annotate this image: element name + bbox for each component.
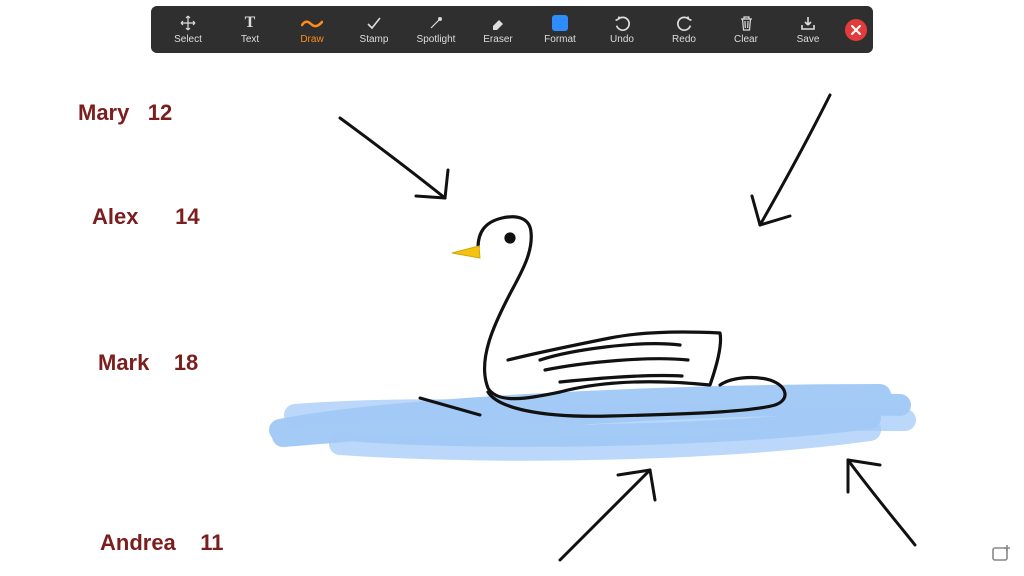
- note-value: 11: [200, 530, 223, 555]
- note-value: 14: [175, 204, 199, 229]
- note-name: Andrea: [100, 530, 176, 555]
- text-note[interactable]: Mark 18: [98, 350, 198, 376]
- note-name: Alex: [92, 204, 138, 229]
- note-value: 12: [148, 100, 172, 125]
- arrow-top-left: [340, 118, 448, 198]
- screenshot-button[interactable]: [990, 542, 1012, 564]
- swan-beak: [452, 246, 480, 258]
- water-strokes: [280, 395, 905, 450]
- text-note[interactable]: Andrea 11: [100, 530, 224, 556]
- drawing-canvas[interactable]: [0, 0, 1024, 576]
- note-name: Mary: [78, 100, 129, 125]
- text-note[interactable]: Mary 12: [78, 100, 172, 126]
- arrow-bottom-right: [848, 460, 915, 545]
- arrow-top-right: [752, 95, 830, 225]
- note-name: Mark: [98, 350, 149, 375]
- text-note[interactable]: Alex 14: [92, 204, 200, 230]
- arrow-bottom-center: [560, 470, 655, 560]
- note-value: 18: [174, 350, 198, 375]
